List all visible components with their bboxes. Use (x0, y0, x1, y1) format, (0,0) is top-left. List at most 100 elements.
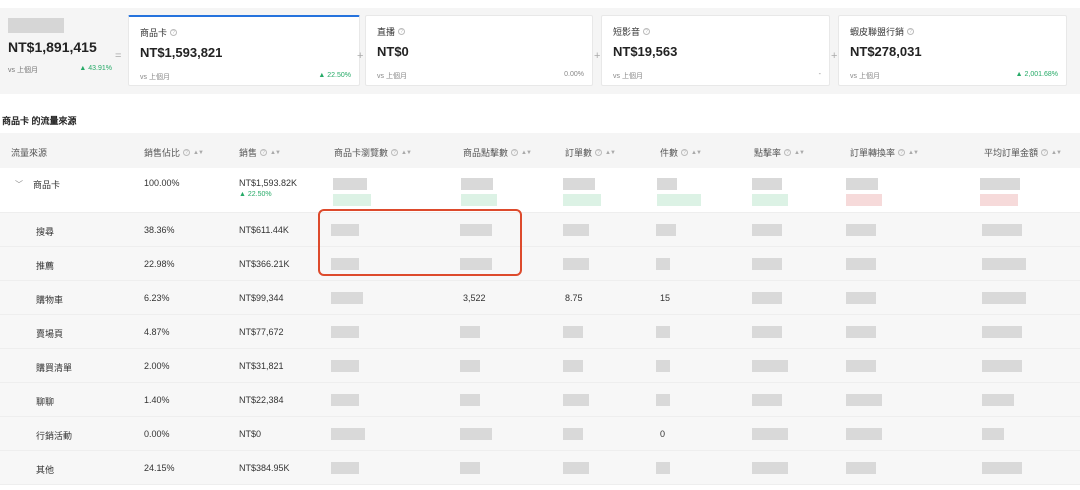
table-row[interactable]: 其他 24.15% NT$384.95K (0, 451, 1080, 485)
card-change: - (818, 71, 821, 78)
sort-arrows-icon[interactable]: ▲▼ (1051, 150, 1062, 156)
card-value: NT$1,593,821 (140, 45, 223, 60)
redacted-value (331, 326, 359, 338)
plus-sign: + (831, 50, 838, 62)
table-row[interactable]: 搜尋 38.36% NT$611.44K (0, 213, 1080, 247)
sort-arrows-icon[interactable]: ▲▼ (193, 150, 204, 156)
col-views[interactable]: 商品卡瀏覽數? ▲▼ (334, 146, 412, 159)
share-cell: 0.00% (144, 429, 170, 439)
redacted-value (563, 326, 583, 338)
col-clicks[interactable]: 商品點擊數? ▲▼ (463, 146, 532, 159)
redacted-value (752, 394, 782, 406)
redacted-value (846, 394, 882, 406)
col-orders[interactable]: 訂單數? ▲▼ (565, 146, 616, 159)
sort-arrows-icon[interactable]: ▲▼ (908, 150, 919, 156)
chevron-down-icon[interactable]: ﹀ (15, 179, 23, 190)
summary-strip: NT$1,891,415 vs 上個月 ▲ 43.91% = 商品卡? NT$1,… (0, 8, 1080, 94)
redacted-value (331, 360, 359, 372)
col-share[interactable]: 銷售佔比? ▲▼ (144, 146, 204, 159)
card-value: NT$19,563 (613, 44, 678, 59)
redacted-value (752, 428, 788, 440)
question-circle-icon[interactable]: ? (170, 29, 178, 36)
redacted-value (752, 224, 782, 236)
table-row[interactable]: 賣場頁 4.87% NT$77,672 (0, 315, 1080, 349)
redacted-value (846, 428, 882, 440)
question-circle-icon[interactable]: ? (511, 149, 519, 156)
sort-arrows-icon[interactable]: ▲▼ (521, 150, 532, 156)
sort-arrows-icon[interactable]: ▲▼ (691, 150, 702, 156)
card-affiliate[interactable]: 蝦皮聯盟行銷? NT$278,031 vs 上個月 ▲ 2,001.68% (838, 15, 1067, 86)
sales-cell: NT$99,344 (239, 293, 284, 303)
question-circle-icon[interactable]: ? (183, 149, 191, 156)
card-compare: vs 上個月 (850, 73, 880, 80)
col-source: 流量來源 (11, 148, 48, 158)
redacted-value (461, 194, 497, 206)
sales-cell: NT$384.95K (239, 463, 290, 473)
total-change: 43.91% (88, 65, 112, 72)
orders-cell: 8.75 (565, 293, 583, 303)
redacted-value (563, 394, 589, 406)
redacted-value (752, 360, 788, 372)
sort-arrows-icon[interactable]: ▲▼ (270, 150, 281, 156)
share-cell: 24.15% (144, 463, 175, 473)
sort-arrows-icon[interactable]: ▲▼ (401, 150, 412, 156)
redacted-value (656, 326, 670, 338)
sort-arrows-icon[interactable]: ▲▼ (605, 150, 616, 156)
redacted-value (752, 326, 782, 338)
redacted-value (752, 194, 788, 206)
redacted-value (982, 224, 1022, 236)
redacted-value (846, 326, 876, 338)
sales-cell: NT$31,821 (239, 361, 284, 371)
table-row[interactable]: 行銷活動 0.00% NT$0 0 (0, 417, 1080, 451)
card-name: 直播 (377, 27, 396, 37)
card-name: 短影音 (613, 27, 641, 37)
question-circle-icon[interactable]: ? (643, 28, 651, 35)
table-row[interactable]: 聊聊 1.40% NT$22,384 (0, 383, 1080, 417)
question-circle-icon[interactable]: ? (260, 149, 268, 156)
source-cell: 搜尋 (36, 227, 55, 237)
redacted-value (656, 360, 670, 372)
share-cell: 1.40% (144, 395, 170, 405)
card-short-video[interactable]: 短影音? NT$19,563 vs 上個月 - (601, 15, 830, 86)
source-cell: 賣場頁 (36, 329, 64, 339)
redacted-value (980, 178, 1020, 190)
redacted-value (656, 224, 676, 236)
sales-cell: NT$1,593.82K ▲ 22.50% (239, 178, 298, 198)
question-circle-icon[interactable]: ? (784, 149, 792, 156)
col-sales[interactable]: 銷售? ▲▼ (239, 146, 281, 159)
redacted-value (331, 428, 365, 440)
question-circle-icon[interactable]: ? (391, 149, 399, 156)
card-live[interactable]: 直播? NT$0 vs 上個月 0.00% (365, 15, 593, 86)
sort-arrows-icon[interactable]: ▲▼ (794, 150, 805, 156)
question-circle-icon[interactable]: ? (398, 28, 406, 35)
redacted-value (846, 360, 876, 372)
card-value: NT$0 (377, 44, 409, 59)
question-circle-icon[interactable]: ? (907, 28, 915, 35)
redacted-value (460, 428, 492, 440)
redacted-value (846, 224, 876, 236)
card-product-card[interactable]: 商品卡? NT$1,593,821 vs 上個月 ▲ 22.50% (128, 15, 360, 86)
redacted-value (846, 462, 876, 474)
col-units[interactable]: 件數? ▲▼ (660, 146, 702, 159)
table-row-product-card[interactable]: ﹀ 商品卡 100.00% NT$1,593.82K ▲ 22.50% (0, 168, 1080, 213)
redacted-value (460, 462, 480, 474)
sales-cell: NT$22,384 (239, 395, 284, 405)
table-row[interactable]: 購買清單 2.00% NT$31,821 (0, 349, 1080, 383)
units-cell: 15 (660, 293, 671, 303)
triangle-up-icon: ▲ (1015, 71, 1023, 78)
question-circle-icon[interactable]: ? (595, 149, 603, 156)
col-ctr[interactable]: 點擊率? ▲▼ (754, 146, 805, 159)
col-avg-order[interactable]: 平均訂單金額? ▲▼ (984, 146, 1062, 159)
total-value: NT$1,891,415 (8, 39, 97, 55)
table-row[interactable]: 推薦 22.98% NT$366.21K (0, 247, 1080, 281)
table-row[interactable]: 購物車 6.23% NT$99,344 3,522 8.75 15 (0, 281, 1080, 315)
col-conversion[interactable]: 訂單轉換率? ▲▼ (850, 146, 919, 159)
question-circle-icon[interactable]: ? (1041, 149, 1049, 156)
question-circle-icon[interactable]: ? (898, 149, 906, 156)
redacted-value (563, 428, 583, 440)
question-circle-icon[interactable]: ? (681, 149, 689, 156)
card-compare: vs 上個月 (613, 73, 643, 80)
redacted-value (563, 178, 595, 190)
plus-sign: + (594, 50, 601, 62)
redacted-value (333, 194, 371, 206)
